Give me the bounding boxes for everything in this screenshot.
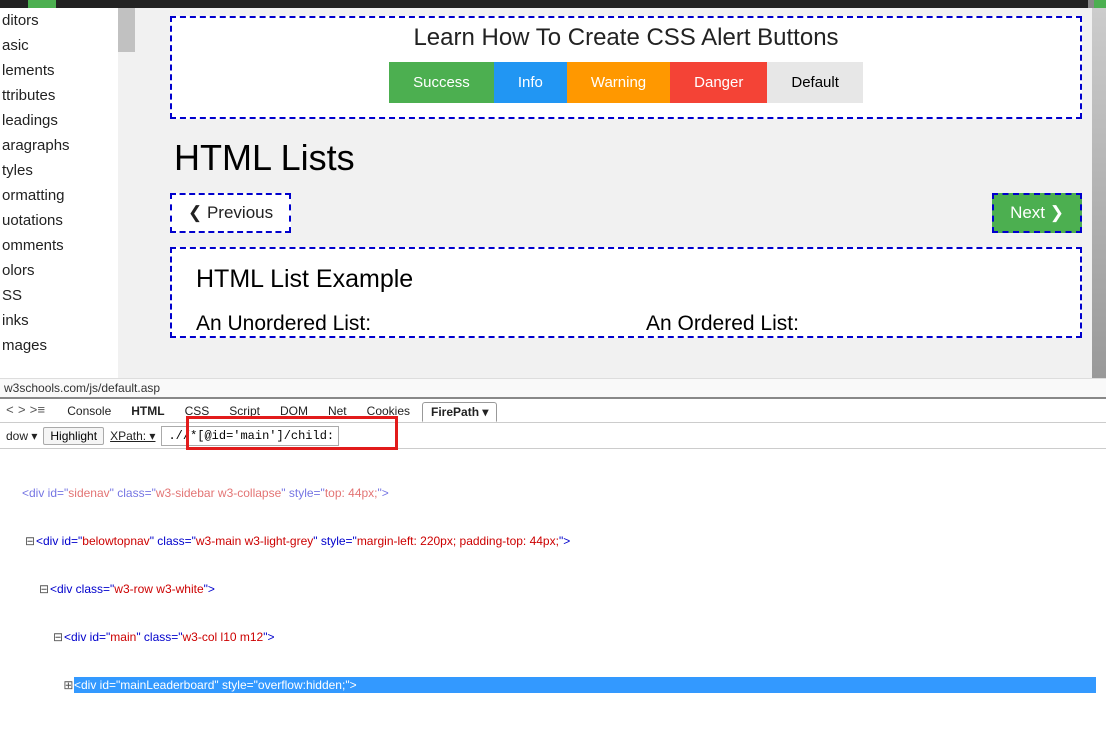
sidebar-item[interactable]: ditors	[0, 8, 135, 33]
sidebar-item[interactable]: omments	[0, 233, 135, 258]
sidebar-item[interactable]: tyles	[0, 158, 135, 183]
window-dropdown[interactable]: dow ▾	[6, 429, 37, 443]
sidebar-item[interactable]: olors	[0, 258, 135, 283]
devtools-panel: < > >≡ Console HTML CSS Script DOM Net C…	[0, 397, 1106, 523]
devtools-toolbar: dow ▾ Highlight XPath: ▾	[0, 423, 1106, 449]
sidebar-item[interactable]: mages	[0, 333, 135, 358]
tab-console[interactable]: Console	[59, 402, 119, 420]
tab-cookies[interactable]: Cookies	[359, 402, 418, 420]
status-bar-url: w3schools.com/js/default.asp	[0, 378, 1106, 397]
sidebar-item[interactable]: uotations	[0, 208, 135, 233]
devtools-tabs: < > >≡ Console HTML CSS Script DOM Net C…	[0, 399, 1106, 423]
top-right-green	[1094, 0, 1106, 8]
twisty-plus-icon[interactable]: ⊞	[63, 677, 74, 693]
sidebar-item[interactable]: aragraphs	[0, 133, 135, 158]
sidebar-scroll-track[interactable]	[118, 8, 135, 378]
sidebar-item[interactable]: leadings	[0, 108, 135, 133]
nav-menu-icon[interactable]: >≡	[30, 403, 46, 418]
window-edge	[1092, 8, 1106, 378]
next-button[interactable]: Next ❯	[992, 193, 1082, 233]
twisty-minus-icon[interactable]: ⊟	[52, 629, 64, 645]
selected-element[interactable]: <div id="mainLeaderboard" style="overflo…	[74, 677, 1096, 693]
twisty-minus-icon[interactable]: ⊟	[24, 533, 36, 549]
success-button[interactable]: Success	[389, 62, 494, 103]
page-title: HTML Lists	[174, 137, 1082, 179]
twisty-minus-icon[interactable]: ⊟	[38, 581, 50, 597]
previous-button[interactable]: ❮ Previous	[170, 193, 291, 233]
sidebar-scroll-thumb[interactable]	[118, 8, 135, 52]
nav-back-icon[interactable]: <	[6, 403, 14, 418]
tab-script[interactable]: Script	[221, 402, 268, 420]
unordered-list-heading: An Unordered List:	[196, 312, 606, 336]
ad-title: Learn How To Create CSS Alert Buttons	[172, 24, 1080, 52]
ordered-list-heading: An Ordered List:	[646, 312, 1056, 336]
tab-html[interactable]: HTML	[123, 402, 172, 420]
main-content: Learn How To Create CSS Alert Buttons Su…	[136, 8, 1106, 378]
info-button[interactable]: Info	[494, 62, 567, 103]
xpath-input[interactable]	[161, 426, 339, 446]
sidebar-item[interactable]: asic	[0, 33, 135, 58]
ad-buttons: Success Info Warning Danger Default	[172, 62, 1080, 103]
xpath-dropdown[interactable]: XPath: ▾	[110, 429, 155, 443]
tab-net[interactable]: Net	[320, 402, 355, 420]
example-box: HTML List Example An Unordered List: An …	[170, 247, 1082, 338]
sidebar-item[interactable]: SS	[0, 283, 135, 308]
nav-forward-icon[interactable]: >	[18, 403, 26, 418]
highlight-button[interactable]: Highlight	[43, 427, 104, 445]
danger-button[interactable]: Danger	[670, 62, 767, 103]
chapter-nav: ❮ Previous Next ❯	[170, 193, 1082, 233]
default-button[interactable]: Default	[767, 62, 863, 103]
top-accent	[28, 0, 56, 8]
tab-css[interactable]: CSS	[177, 402, 218, 420]
sidebar: ditors asic lements ttributes leadings a…	[0, 8, 136, 378]
window-top-bar	[0, 0, 1106, 8]
ad-banner: Learn How To Create CSS Alert Buttons Su…	[170, 16, 1082, 119]
tab-firepath[interactable]: FirePath ▾	[422, 402, 497, 422]
sidebar-item[interactable]: ttributes	[0, 83, 135, 108]
sidebar-item[interactable]: ormatting	[0, 183, 135, 208]
sidebar-item[interactable]: inks	[0, 308, 135, 333]
warning-button[interactable]: Warning	[567, 62, 670, 103]
source-tree[interactable]: <div id="sidenav" class="w3-sidebar w3-c…	[0, 449, 1106, 729]
example-title: HTML List Example	[196, 265, 1056, 294]
sidebar-item[interactable]: lements	[0, 58, 135, 83]
tab-dom[interactable]: DOM	[272, 402, 316, 420]
